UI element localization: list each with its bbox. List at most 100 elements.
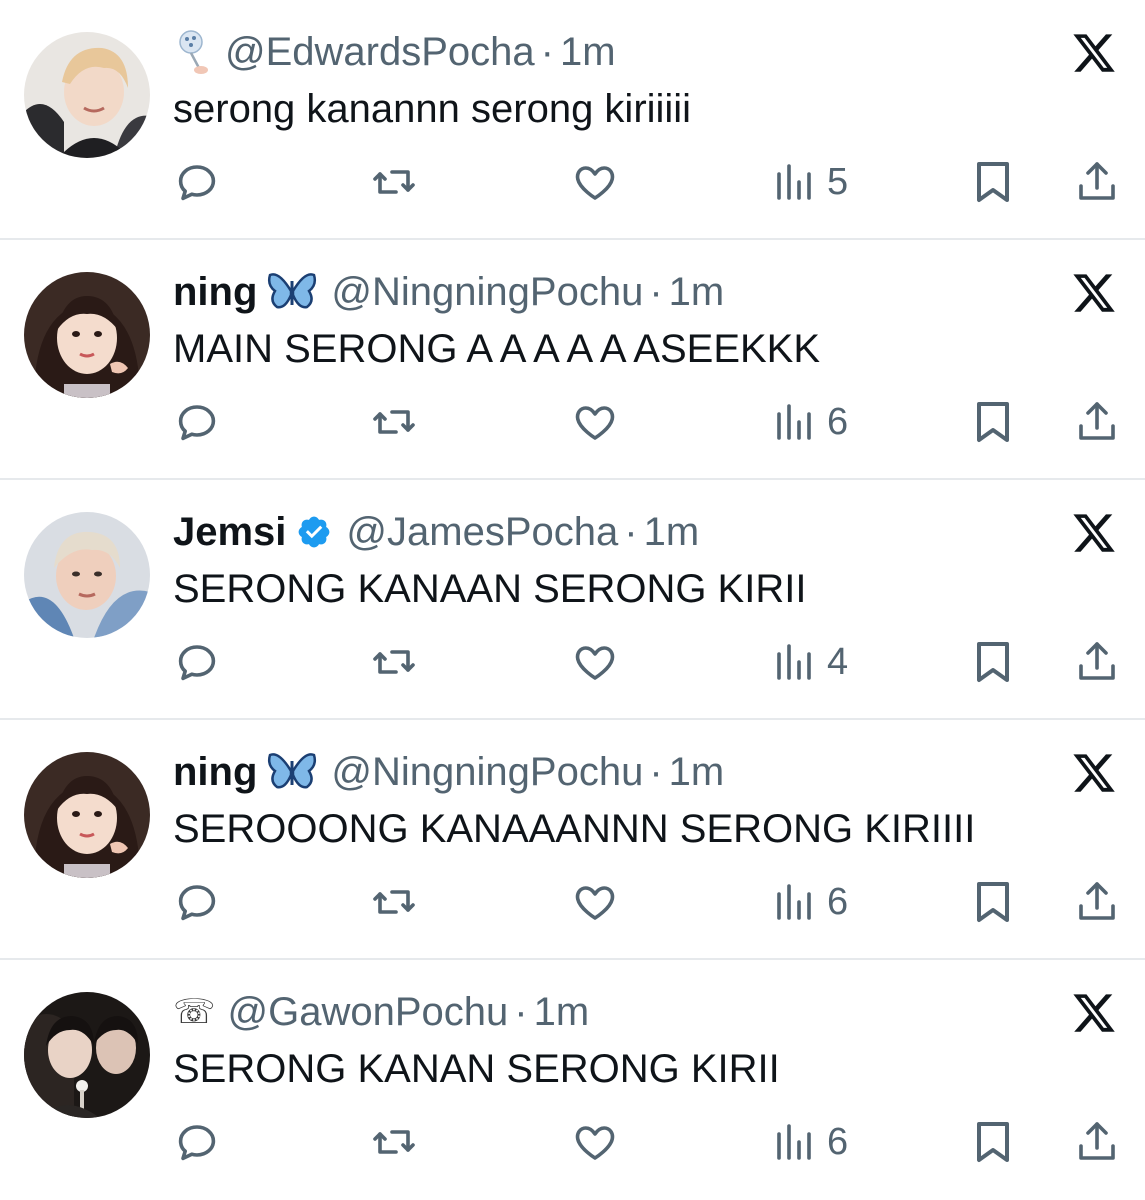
verified-badge-icon xyxy=(296,514,332,550)
timestamp[interactable]: 1m xyxy=(644,508,700,556)
reply-icon xyxy=(173,1118,221,1166)
retweet-button[interactable] xyxy=(370,638,418,686)
retweet-button[interactable] xyxy=(370,878,418,926)
retweet-icon xyxy=(370,638,418,686)
tweet-feed: @EdwardsPocha · 1m serong kanannn serong… xyxy=(0,0,1145,1200)
reply-button[interactable] xyxy=(173,398,221,446)
tweet-header: ning @NingningPochu · 1m xyxy=(173,268,724,316)
heart-icon xyxy=(571,638,619,686)
like-button[interactable] xyxy=(571,398,619,446)
display-name[interactable]: ning xyxy=(173,748,257,796)
tweet-text: MAIN SERONG A A A A A ASEEKKK xyxy=(173,327,821,371)
tweet-text: SERONG KANAN SERONG KIRII xyxy=(173,1047,780,1091)
views-button[interactable]: 4 xyxy=(773,638,848,686)
retweet-button[interactable] xyxy=(370,1118,418,1166)
x-logo-icon xyxy=(1071,990,1117,1036)
timestamp[interactable]: 1m xyxy=(669,748,725,796)
x-logo-icon xyxy=(1071,30,1117,76)
user-handle[interactable]: @NingningPochu xyxy=(331,268,643,316)
tweet-item[interactable]: ning @NingningPochu · 1m MAIN SERONG A A… xyxy=(0,240,1145,480)
action-bar: 6 xyxy=(173,878,1123,926)
avatar[interactable] xyxy=(24,752,150,878)
share-icon xyxy=(1073,398,1121,446)
timestamp[interactable]: 1m xyxy=(560,28,616,76)
timestamp[interactable]: 1m xyxy=(534,988,590,1036)
share-button[interactable] xyxy=(1073,878,1121,926)
display-name[interactable]: ning xyxy=(173,268,257,316)
share-icon xyxy=(1073,1118,1121,1166)
tweet-header: ☏ @GawonPochu · 1m xyxy=(173,988,589,1036)
retweet-button[interactable] xyxy=(370,158,418,206)
reply-button[interactable] xyxy=(173,638,221,686)
bar-chart-icon xyxy=(773,1118,813,1166)
tweet-text: SERONG KANAAN SERONG KIRII xyxy=(173,567,807,611)
tweet-header: ning @NingningPochu · 1m xyxy=(173,748,724,796)
bookmark-icon xyxy=(971,1118,1015,1166)
share-button[interactable] xyxy=(1073,1118,1121,1166)
views-count: 6 xyxy=(827,400,849,443)
reply-icon xyxy=(173,158,221,206)
user-handle[interactable]: @JamesPocha xyxy=(346,508,618,556)
share-button[interactable] xyxy=(1073,398,1121,446)
separator-dot: · xyxy=(649,750,663,794)
butterfly-icon xyxy=(267,271,317,313)
bookmark-button[interactable] xyxy=(971,1118,1015,1166)
tweet-item[interactable]: @EdwardsPocha · 1m serong kanannn serong… xyxy=(0,0,1145,240)
views-count: 4 xyxy=(827,640,849,683)
share-button[interactable] xyxy=(1073,158,1121,206)
tweet-text: SEROOONG KANAAANNN SERONG KIRIIII xyxy=(173,807,976,851)
views-count: 5 xyxy=(827,160,849,203)
like-button[interactable] xyxy=(571,1118,619,1166)
separator-dot: · xyxy=(540,30,554,74)
reply-button[interactable] xyxy=(173,158,221,206)
views-count: 6 xyxy=(827,1120,849,1163)
bookmark-button[interactable] xyxy=(971,638,1015,686)
views-button[interactable]: 6 xyxy=(773,1118,848,1166)
separator-dot: · xyxy=(649,270,663,314)
share-button[interactable] xyxy=(1073,638,1121,686)
bookmark-button[interactable] xyxy=(971,158,1015,206)
bar-chart-icon xyxy=(773,158,813,206)
user-handle[interactable]: @EdwardsPocha xyxy=(225,28,535,76)
views-count: 6 xyxy=(827,880,849,923)
retweet-icon xyxy=(370,1118,418,1166)
like-button[interactable] xyxy=(571,638,619,686)
bookmark-icon xyxy=(971,398,1015,446)
blue-rattle-toy-icon xyxy=(173,28,213,76)
reply-button[interactable] xyxy=(173,878,221,926)
action-bar: 4 xyxy=(173,638,1123,686)
tweet-item[interactable]: ☏ @GawonPochu · 1m SERONG KANAN SERONG K… xyxy=(0,960,1145,1196)
user-handle[interactable]: @NingningPochu xyxy=(331,748,643,796)
bookmark-button[interactable] xyxy=(971,878,1015,926)
avatar[interactable] xyxy=(24,32,150,158)
heart-icon xyxy=(571,878,619,926)
heart-icon xyxy=(571,398,619,446)
views-button[interactable]: 5 xyxy=(773,158,848,206)
retweet-button[interactable] xyxy=(370,398,418,446)
separator-dot: · xyxy=(624,510,638,554)
bookmark-button[interactable] xyxy=(971,398,1015,446)
share-icon xyxy=(1073,878,1121,926)
display-name[interactable]: Jemsi xyxy=(173,508,286,556)
reply-icon xyxy=(173,398,221,446)
avatar[interactable] xyxy=(24,992,150,1118)
reply-icon xyxy=(173,878,221,926)
avatar[interactable] xyxy=(24,272,150,398)
avatar[interactable] xyxy=(24,512,150,638)
like-button[interactable] xyxy=(571,158,619,206)
telephone-icon: ☏ xyxy=(173,993,216,1031)
reply-icon xyxy=(173,638,221,686)
timestamp[interactable]: 1m xyxy=(669,268,725,316)
user-handle[interactable]: @GawonPochu xyxy=(228,988,509,1036)
views-button[interactable]: 6 xyxy=(773,398,848,446)
share-icon xyxy=(1073,158,1121,206)
tweet-item[interactable]: Jemsi @JamesPocha · 1m SERONG KANAAN SER… xyxy=(0,480,1145,720)
heart-icon xyxy=(571,158,619,206)
views-button[interactable]: 6 xyxy=(773,878,848,926)
tweet-item[interactable]: ning @NingningPochu · 1m SEROOONG KANAAA… xyxy=(0,720,1145,960)
bookmark-icon xyxy=(971,638,1015,686)
x-logo-icon xyxy=(1071,510,1117,556)
retweet-icon xyxy=(370,398,418,446)
like-button[interactable] xyxy=(571,878,619,926)
reply-button[interactable] xyxy=(173,1118,221,1166)
